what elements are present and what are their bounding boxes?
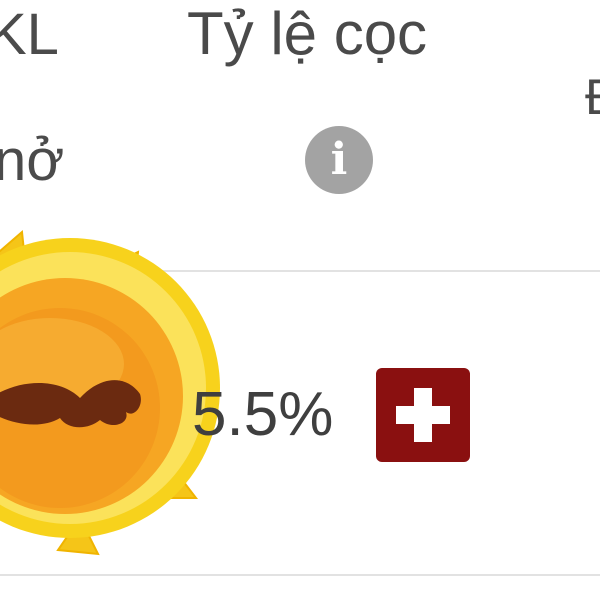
add-button[interactable]: [376, 368, 470, 462]
column-header-volume-line2: nở: [0, 128, 65, 193]
row-divider: [0, 574, 600, 576]
deposit-rate-table: KL nở Tỷ lệ cọc i Đ 5.5%: [0, 0, 600, 600]
sun-with-mustache-icon: [0, 218, 220, 558]
column-header-volume: KL: [0, 2, 59, 67]
column-header-next: Đ: [585, 72, 600, 122]
column-header-deposit-rate: Tỷ lệ cọc: [187, 0, 428, 67]
deposit-rate-value: 5.5%: [192, 380, 334, 449]
info-icon[interactable]: i: [305, 126, 373, 194]
plus-icon: [396, 388, 450, 442]
